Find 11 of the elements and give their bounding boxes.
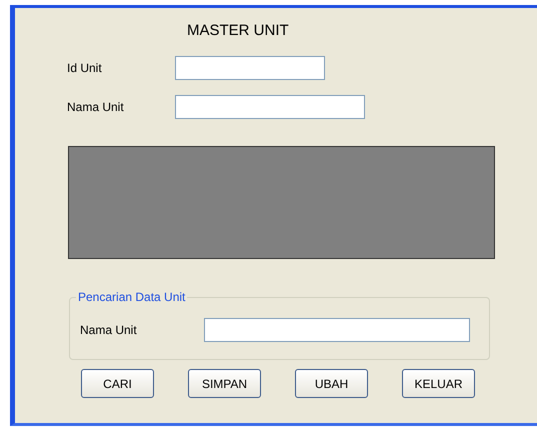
input-field[interactable] (175, 94, 365, 118)
input-field[interactable] (204, 318, 470, 342)
form-title: MASTER UNIT (187, 22, 289, 39)
action-button[interactable]: CARI (81, 369, 154, 398)
field-label: Nama Unit (80, 322, 138, 339)
action-button[interactable]: UBAH (295, 369, 368, 398)
input-field[interactable] (175, 56, 325, 80)
field-label: Nama Unit (67, 98, 125, 116)
field-label: Id Unit (67, 60, 103, 76)
action-button[interactable]: SIMPAN (188, 369, 261, 398)
action-button[interactable]: KELUAR (402, 369, 475, 398)
